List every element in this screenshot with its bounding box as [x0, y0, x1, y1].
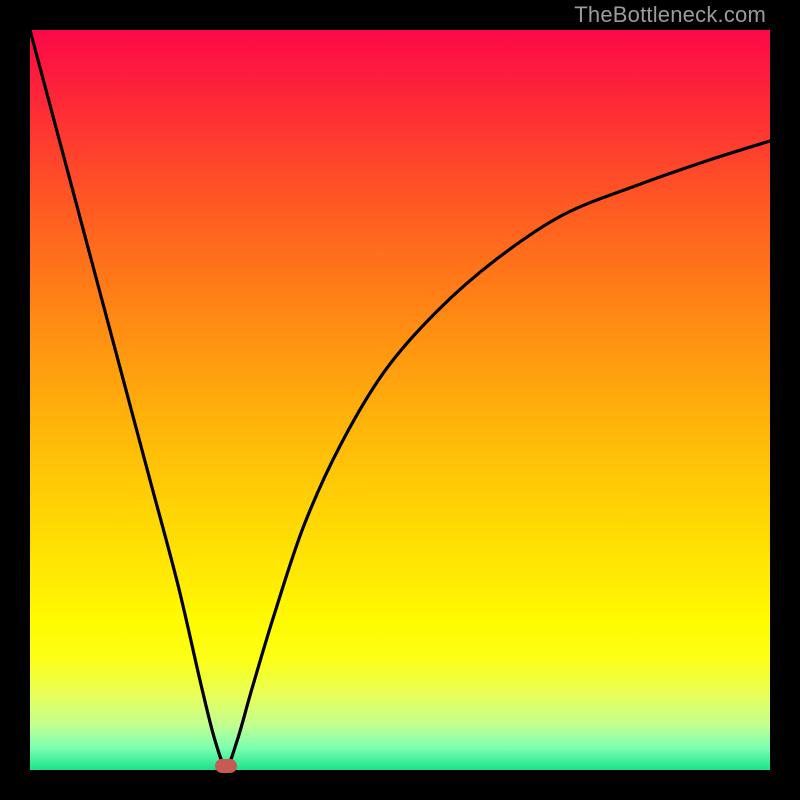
watermark-text: TheBottleneck.com [574, 2, 766, 28]
bottleneck-curve [30, 30, 770, 770]
chart-frame: TheBottleneck.com [0, 0, 800, 800]
plot-area [30, 30, 770, 770]
minimum-marker [215, 759, 237, 773]
